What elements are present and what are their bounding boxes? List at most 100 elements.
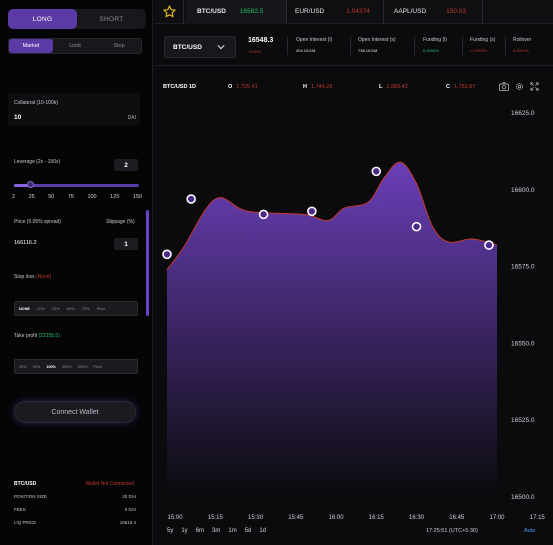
last-price-value: 16548.3 [248,37,274,44]
price-chart[interactable]: BTC/USD 1D O 1,725.41 H 1,744.26 L 1,689.42… [155,68,553,545]
chart-point-marker[interactable] [371,166,382,177]
tab-market[interactable]: Market [9,39,53,53]
x-tick-label: 16:15 [369,515,385,521]
stat-divider [505,37,506,55]
stat-funding-long: Funding (l) 0.0006% [423,37,447,53]
summary-row-position-size: POSITION SIZE 20 DAI [14,494,136,499]
chart-canvas[interactable]: 16500.0 16525.0 16550.0 16575.0 16600.0 16625… [155,68,553,523]
ticker-price: 16582.5 [239,8,264,15]
take-profit-text: Take profit [14,333,38,339]
leverage-tick[interactable]: 100 [87,194,96,200]
summary-row-fees: FEES 0 DAI [14,507,136,512]
sl-option[interactable]: -Price [95,307,105,311]
stat-title: Open Interest (s) [358,37,396,43]
x-tick-label: 16:00 [329,515,345,521]
stat-funding-short: Funding (s) -0.0003% [470,37,495,53]
timeframe-1y[interactable]: 1y [181,528,187,534]
time-readout: 17:25:51 (UTC+5:30) [426,528,478,534]
collateral-value[interactable]: 10 [14,114,21,121]
ticker-aapl[interactable]: AAPL/USD 150.03 [394,8,466,15]
tp-option[interactable]: 300% [62,365,72,369]
chart-point-marker[interactable] [307,206,317,217]
ticker-divider [183,0,184,24]
summary-value: 0 DAI [124,507,136,512]
timeframe-1d[interactable]: 1d [259,528,266,534]
stat-rollover: Rollover 0.0001% [513,37,531,53]
leverage-tick[interactable]: 150 [133,194,142,200]
ticker-btc[interactable]: BTC/USD 16582.5 [197,8,263,15]
tab-stop[interactable]: Stop [97,39,141,53]
tab-short[interactable]: SHORT [77,9,146,29]
leverage-tick[interactable]: 50 [48,194,54,200]
y-tick-label: 16600.0 [511,187,535,194]
stat-title: Rollover [513,37,532,43]
pair-select[interactable]: BTC/USD [164,36,236,58]
connect-wallet-button[interactable]: Connect Wallet [14,401,136,423]
price-area-fill [167,162,497,497]
chart-point-marker[interactable] [484,240,494,250]
panel-scrollbar[interactable] [146,210,149,316]
stat-value: 0.0001% [513,48,529,53]
summary-value: 16616.4 [119,520,136,525]
leverage-tick[interactable]: 2 [12,194,15,200]
y-tick-label: 16575.0 [511,264,535,271]
leverage-label: Leverage (2x - 150x) [14,159,61,165]
stat-value: 404.1K/1M [296,48,316,53]
sl-option[interactable]: -10% [36,307,45,311]
collateral-field[interactable]: Collateral (10-100k) 10 DAI [8,93,140,125]
take-profit-value: (22155.5) [38,333,60,339]
tp-option[interactable]: Price [93,365,102,369]
take-profit-options: 25% 50% 100% 300% 900% Price [14,359,138,374]
stat-title: Funding (l) [423,37,447,43]
tp-option[interactable]: 100% [46,365,56,369]
ticker-divider [482,0,483,24]
tp-option[interactable]: 50% [33,365,41,369]
leverage-input[interactable]: 2 [114,159,138,171]
timeframe-6m[interactable]: 6m [196,528,204,534]
leverage-tick[interactable]: 25 [29,194,35,200]
sl-option[interactable]: -75% [81,307,90,311]
collateral-unit: DAI [127,115,136,121]
ticker-bar: BTC/USD 16582.5 EUR/USD 1.04374 AAPL/USD 15… [155,0,553,24]
ticker-eur[interactable]: EUR/USD 1.04374 [295,8,370,15]
x-tick-label: 15:45 [288,515,304,521]
summary-label: LIQ PRICE [14,520,37,525]
leverage-tick[interactable]: 125 [110,194,119,200]
stat-value: 0.0006% [423,48,439,53]
y-tick-label: 16625.0 [511,110,535,117]
tab-long[interactable]: LONG [8,9,77,29]
chart-point-marker[interactable] [186,194,196,204]
tp-option[interactable]: 900% [78,365,88,369]
chart-point-marker[interactable] [411,221,422,232]
sl-option[interactable]: -25% [51,307,60,311]
summary-value: 20 DAI [122,494,136,499]
chart-point-marker[interactable] [162,249,172,260]
leverage-slider-thumb[interactable] [26,181,34,188]
price-value[interactable]: 166116.2 [14,240,37,246]
sl-option[interactable]: -50% [66,307,75,311]
x-tick-label: 17:00 [489,515,505,521]
order-type-tabs: Market Limit Stop [8,38,142,54]
leverage-tick[interactable]: 75 [68,194,74,200]
tab-limit[interactable]: Limit [53,39,97,53]
slippage-input[interactable]: 1 [114,238,138,250]
star-icon[interactable] [162,4,177,20]
stat-divider [350,37,351,55]
ticker-symbol: EUR/USD [295,8,325,15]
stop-loss-label: Stop loss (None) [14,274,51,280]
auto-scale-toggle[interactable]: Auto [524,528,535,534]
stat-divider [462,37,463,55]
x-tick-label: 16:45 [449,515,465,521]
leverage-slider[interactable] [14,181,139,188]
ticker-price: 150.03 [446,8,467,15]
market-stats-bar: BTC/USD 16548.3 -0.26% Open Interest (l)… [155,26,553,66]
chart-point-marker[interactable] [258,209,269,220]
summary-label: FEES [14,507,26,512]
sl-option[interactable]: NONE [19,307,30,311]
timeframe-5d[interactable]: 5d [245,528,252,534]
ticker-divider [286,0,287,24]
tp-option[interactable]: 25% [19,365,27,369]
timeframe-3m[interactable]: 3m [212,528,220,534]
timeframe-1m[interactable]: 1m [228,528,236,534]
timeframe-5y[interactable]: 5y [167,528,173,534]
